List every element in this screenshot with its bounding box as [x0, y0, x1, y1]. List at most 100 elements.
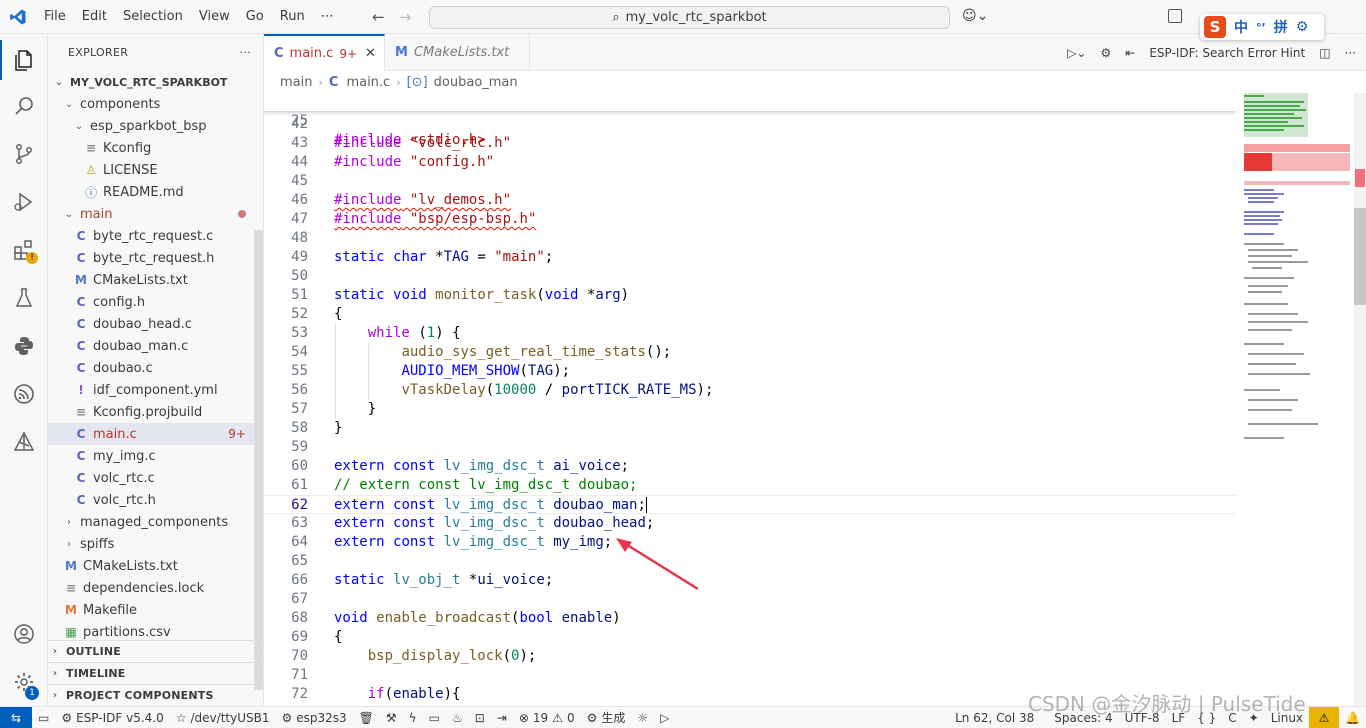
code-line[interactable]: 60 extern const lv_img_dsc_t ai_voice; — [264, 457, 1236, 476]
manage-gear-icon[interactable]: 1 — [0, 662, 48, 702]
status-terminal-icon[interactable]: ⊡ — [469, 711, 491, 725]
folder-item[interactable]: ⌄ main — [48, 203, 263, 225]
status-problems[interactable]: ⊗ 19 ⚠ 0 — [513, 711, 581, 725]
code-line[interactable]: 58} — [264, 419, 1236, 438]
code-line[interactable]: 59 — [264, 438, 1236, 457]
code-line[interactable]: 68 void enable_broadcast(bool enable) — [264, 609, 1236, 628]
code-line[interactable]: 44 #include "config.h" — [264, 153, 1236, 172]
file-item[interactable]: Cconfig.h — [48, 291, 263, 313]
search-icon[interactable] — [0, 86, 48, 126]
folder-item[interactable]: › spiffs — [48, 533, 263, 555]
toggle-sidebar-icon[interactable] — [1168, 9, 1182, 23]
tab-main-c[interactable]: C main.c 9+ ✕ — [264, 34, 385, 71]
file-item[interactable]: Cvolc_rtc.h — [48, 489, 263, 511]
menu-more[interactable]: ⋯ — [313, 9, 342, 24]
error-hint-button[interactable]: ESP-IDF: Search Error Hint — [1149, 46, 1305, 60]
code-line[interactable]: 69 { — [264, 628, 1236, 647]
esp-idf-icon[interactable] — [0, 374, 48, 414]
explorer-more-button[interactable]: ··· — [240, 46, 251, 59]
file-item[interactable]: M CMakeLists.txt — [48, 555, 263, 577]
file-item[interactable]: Cmain.c 9+ — [48, 423, 263, 445]
ime-toolbar[interactable]: S 中 °’ 拼 ⚙ — [1200, 14, 1324, 40]
code-line[interactable]: 51 static void monitor_task(void *arg) — [264, 286, 1236, 305]
project-components-section[interactable]: › PROJECT COMPONENTS — [48, 684, 263, 706]
breadcrumb-file[interactable]: main.c — [346, 75, 390, 90]
breadcrumb-symbol[interactable]: doubao_man — [434, 75, 518, 90]
source-control-icon[interactable] — [0, 134, 48, 174]
menu-view[interactable]: View — [191, 9, 238, 24]
explorer-icon[interactable] — [0, 40, 48, 80]
folder-item[interactable]: › managed_components — [48, 511, 263, 533]
menu-selection[interactable]: Selection — [115, 9, 191, 24]
file-item[interactable]: Cdoubao_head.c — [48, 313, 263, 335]
command-center-search[interactable]: ⌕ my_volc_rtc_sparkbot — [429, 6, 950, 29]
file-item[interactable]: Cdoubao.c — [48, 357, 263, 379]
file-item[interactable]: Cvolc_rtc.c — [48, 467, 263, 489]
menu-go[interactable]: Go — [238, 9, 272, 24]
file-item[interactable]: ⓘ README.md — [48, 181, 263, 203]
ime-punct[interactable]: °’ — [1256, 21, 1266, 34]
code-line[interactable]: 49 static char *TAG = "main"; — [264, 248, 1236, 267]
code-line[interactable]: 63 extern const lv_img_dsc_t doubao_head; — [264, 514, 1236, 533]
file-item[interactable]: ≡ Kconfig.projbuild — [48, 401, 263, 423]
file-item[interactable]: ! idf_component.yml — [48, 379, 263, 401]
menu-file[interactable]: File — [36, 9, 74, 24]
menu-edit[interactable]: Edit — [74, 9, 115, 24]
ime-settings-icon[interactable]: ⚙ — [1296, 19, 1309, 35]
tab-cmakelists[interactable]: M CMakeLists.txt — [385, 34, 530, 71]
code-line[interactable]: 56 vTaskDelay(10000 / portTICK_RATE_MS); — [264, 381, 1236, 400]
code-line[interactable]: 66 static lv_obj_t *ui_voice; — [264, 571, 1236, 590]
code-editor[interactable]: 25 #include <stdio.h> 42 43 #include "volc… — [264, 93, 1236, 706]
status-exit-icon[interactable]: ⇥ — [491, 711, 513, 725]
code-line[interactable]: 52 { — [264, 305, 1236, 324]
testing-icon[interactable] — [0, 278, 48, 318]
status-port[interactable]: ☆/dev/ttyUSB1 — [170, 711, 276, 725]
code-line[interactable]: 61 // extern const lv_img_dsc_t doubao; — [264, 476, 1236, 495]
breadcrumb-folder[interactable]: main — [280, 75, 312, 90]
code-line[interactable]: 53 while (1) { — [264, 324, 1236, 343]
settings-gear-icon[interactable]: ⚙ — [1100, 46, 1111, 60]
accounts-icon[interactable] — [0, 614, 48, 654]
status-target[interactable]: ⚙ esp32s3 — [275, 711, 352, 725]
error-hint-icon[interactable]: ⇤ — [1125, 46, 1135, 60]
code-line[interactable]: 47 #include "bsp/esp-bsp.h" — [264, 210, 1236, 229]
copilot-icon[interactable]: ☺⌄ — [962, 8, 988, 24]
status-build-tool-icon[interactable]: ⚒ — [380, 711, 403, 725]
ime-lang[interactable]: 中 — [1234, 17, 1248, 37]
editor-scroll-thumb[interactable] — [1354, 208, 1366, 305]
code-line[interactable]: 62 extern const lv_img_dsc_t doubao_man; — [264, 495, 1236, 514]
menu-run[interactable]: Run — [272, 9, 313, 24]
code-line[interactable]: 45 — [264, 172, 1236, 191]
status-monitor-icon[interactable]: ▭ — [423, 711, 446, 725]
timeline-section[interactable]: › TIMELINE — [48, 662, 263, 684]
code-line[interactable]: 64 extern const lv_img_dsc_t my_img; — [264, 533, 1236, 552]
forward-arrow-icon[interactable]: → — [399, 8, 412, 26]
minimap[interactable] — [1240, 93, 1354, 706]
outline-section[interactable]: › OUTLINE — [48, 640, 263, 662]
code-line[interactable]: 70 bsp_display_lock(0); — [264, 647, 1236, 666]
folder-item[interactable]: ⌄ components — [48, 93, 263, 115]
file-item[interactable]: Cbyte_rtc_request.c — [48, 225, 263, 247]
code-line[interactable]: 46 #include "lv_demos.h" — [264, 191, 1236, 210]
remote-indicator-icon[interactable]: ⇆ — [0, 706, 32, 728]
sidebar-scrollbar[interactable] — [254, 230, 263, 690]
workspace-root[interactable]: ⌄ MY_VOLC_RTC_SPARKBOT — [48, 71, 263, 93]
close-tab-icon[interactable]: ✕ — [365, 46, 376, 61]
status-fire-icon[interactable]: ♨ — [446, 711, 469, 725]
idf-explorer-icon[interactable] — [0, 422, 48, 462]
extensions-icon[interactable]: ! — [0, 230, 48, 270]
status-run-icon[interactable]: ▷ — [654, 711, 675, 725]
file-item[interactable]: ≡ dependencies.lock — [48, 577, 263, 599]
more-actions-icon[interactable]: ··· — [1345, 46, 1356, 60]
status-clean-icon[interactable]: 🗑 — [353, 711, 380, 725]
python-icon[interactable] — [0, 326, 48, 366]
editor-scrollbar[interactable] — [1354, 93, 1366, 706]
file-item[interactable]: ♙ LICENSE — [48, 159, 263, 181]
code-line[interactable]: 57 } — [264, 400, 1236, 419]
status-debug-icon[interactable]: ☼ — [631, 711, 654, 725]
file-item[interactable]: Cmy_img.c — [48, 445, 263, 467]
folder-item[interactable]: ⌄ esp_sparkbot_bsp — [48, 115, 263, 137]
code-line[interactable]: 50 — [264, 267, 1236, 286]
file-item[interactable]: Cbyte_rtc_request.h — [48, 247, 263, 269]
code-line[interactable]: 48 — [264, 229, 1236, 248]
